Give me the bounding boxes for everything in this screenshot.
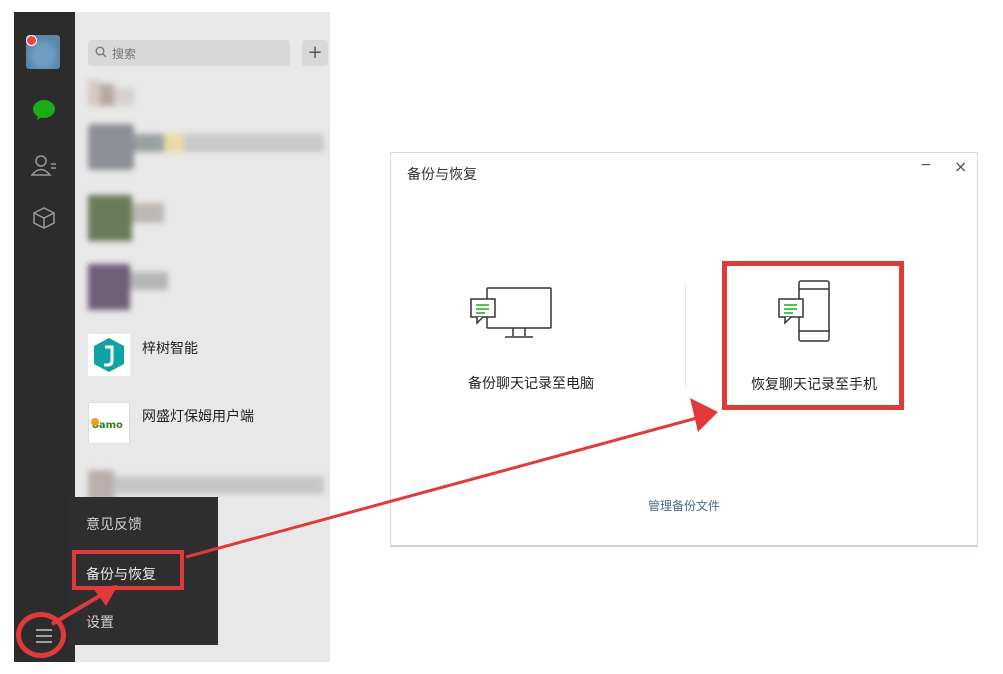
monitor-icon xyxy=(470,287,552,338)
manage-backup-files-link[interactable]: 管理备份文件 xyxy=(391,497,977,514)
user-avatar[interactable] xyxy=(26,35,60,69)
highlight-box-restore xyxy=(722,261,904,410)
list-item[interactable] xyxy=(88,195,168,241)
search-icon xyxy=(95,46,107,58)
divider xyxy=(685,283,686,388)
contact-name: 网盛灯保姆用户端 xyxy=(142,409,254,425)
add-button[interactable]: + xyxy=(302,40,328,66)
contact-avatar: oamo xyxy=(88,402,130,444)
menu-item-settings[interactable]: 设置 xyxy=(86,612,114,632)
menu-item-feedback[interactable]: 意见反馈 xyxy=(86,514,142,534)
close-button[interactable]: × xyxy=(954,157,967,176)
backup-dialog: 备份与恢复 − × 备份聊天记录至电脑 恢复聊天记录至手机 管理备份文件 xyxy=(390,152,978,547)
list-item[interactable] xyxy=(88,124,324,170)
highlight-box-backup xyxy=(72,550,184,590)
contacts-icon[interactable] xyxy=(31,152,57,178)
highlight-circle-menu xyxy=(16,612,66,658)
backup-to-pc-label: 备份聊天记录至电脑 xyxy=(468,376,594,392)
list-item[interactable]: oamo 网盛灯保姆用户端 xyxy=(88,402,328,462)
search-box[interactable] xyxy=(88,40,290,66)
search-input[interactable] xyxy=(110,43,284,65)
contact-name: 梓树智能 xyxy=(142,341,198,357)
backup-to-pc-option[interactable]: 备份聊天记录至电脑 xyxy=(421,273,641,403)
list-item[interactable] xyxy=(88,80,138,106)
list-item[interactable] xyxy=(88,264,172,310)
dialog-title: 备份与恢复 xyxy=(407,167,477,183)
list-item[interactable]: 梓树智能 xyxy=(88,334,328,394)
sidebar-rail xyxy=(14,12,75,662)
chat-icon[interactable] xyxy=(31,97,57,123)
minimize-button[interactable]: − xyxy=(920,157,932,173)
contact-avatar xyxy=(88,334,130,376)
box-icon[interactable] xyxy=(31,205,57,231)
notification-badge xyxy=(26,35,37,46)
